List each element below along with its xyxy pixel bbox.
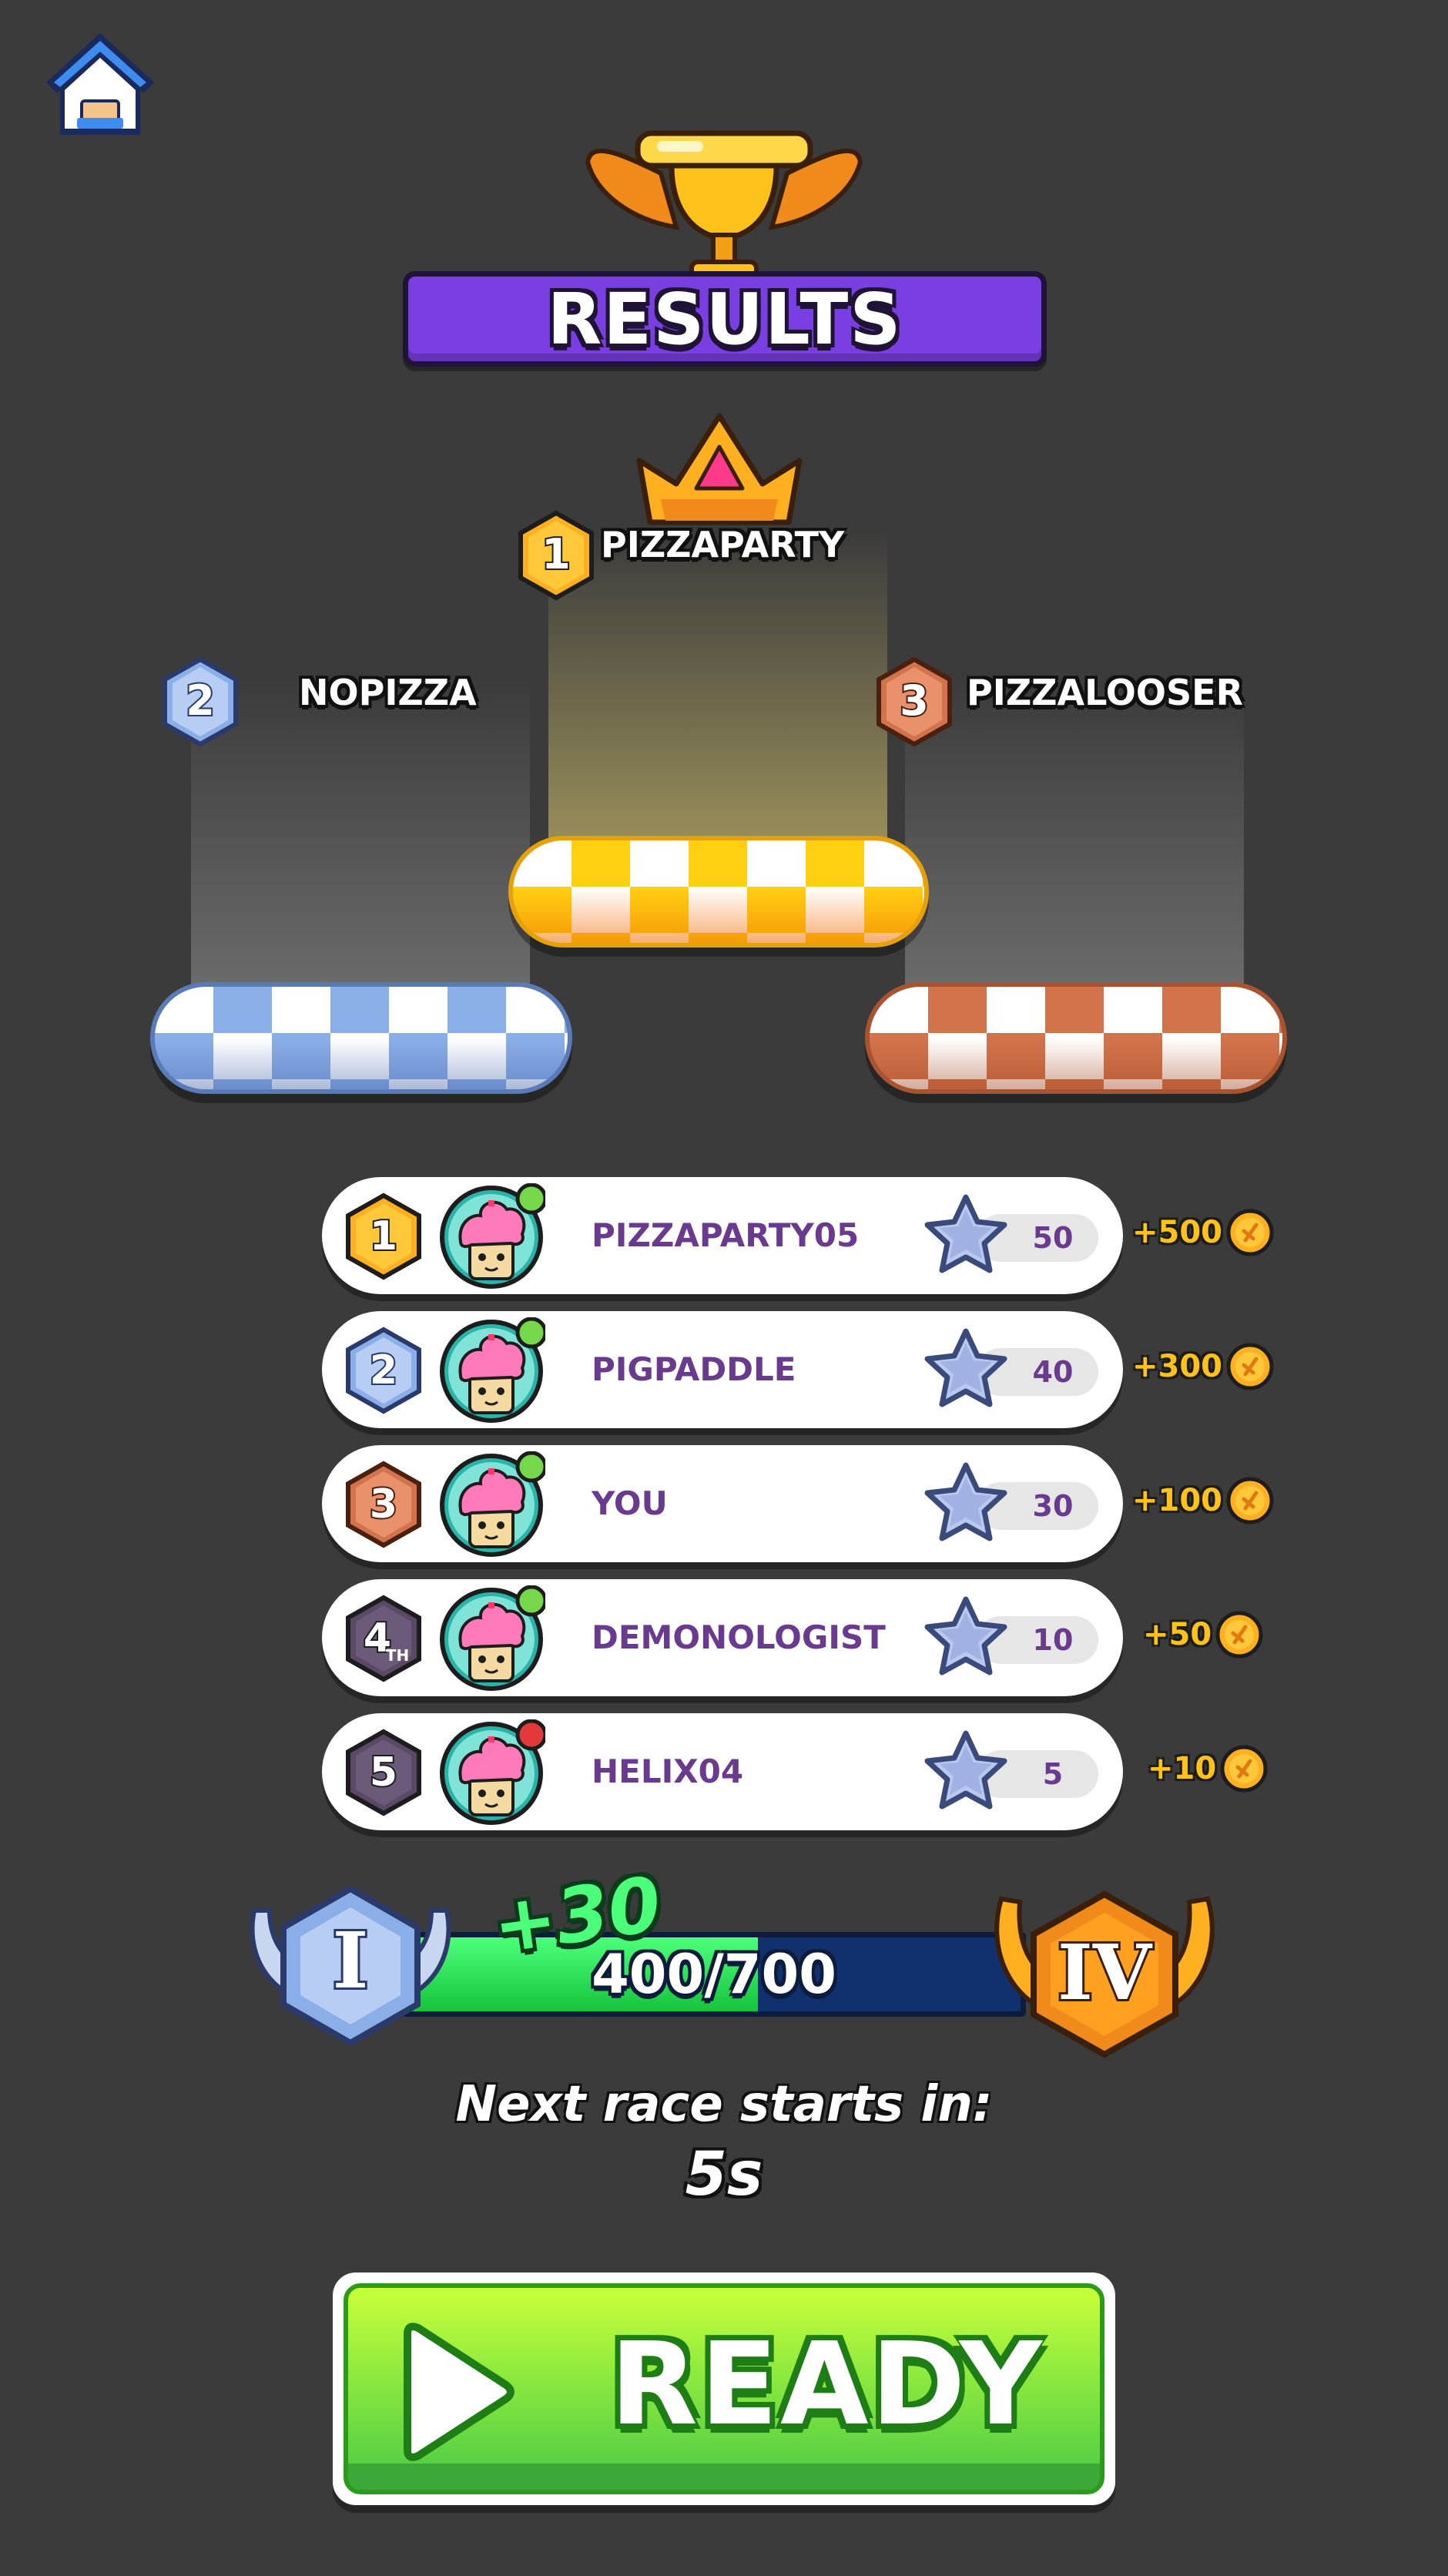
- coin-reward: +500: [1132, 1208, 1275, 1257]
- place-badge-3: 3: [877, 656, 952, 747]
- svg-text:I: I: [333, 1915, 369, 2006]
- svg-text:3: 3: [900, 676, 929, 725]
- podium-light-first: [548, 532, 887, 863]
- coin-reward: +10: [1148, 1744, 1269, 1793]
- ready-button[interactable]: READY: [333, 2272, 1115, 2505]
- svg-text:3: 3: [370, 1481, 397, 1528]
- player-avatar: [440, 1719, 545, 1825]
- svg-text:1: 1: [541, 530, 571, 579]
- coin-icon: [1226, 1343, 1274, 1390]
- star-icon: [924, 1730, 1007, 1810]
- leaderboard-row: 3 YOU 30: [322, 1445, 1123, 1562]
- coin-reward: +50: [1143, 1610, 1264, 1659]
- svg-text:1: 1: [370, 1213, 397, 1259]
- coin-icon: [1226, 1477, 1274, 1524]
- rank-badge: 1: [346, 1192, 421, 1280]
- countdown-timer: 5s: [685, 2140, 763, 2209]
- svg-text:TH: TH: [386, 1646, 409, 1665]
- ready-button-face: READY: [344, 2283, 1104, 2494]
- player-name: PIZZAPARTY05: [592, 1216, 860, 1254]
- coin-reward: +100: [1132, 1476, 1275, 1525]
- podium-light-third: [905, 678, 1244, 1001]
- rank-badge: 3: [346, 1461, 421, 1548]
- player-name: DEMONOLOGIST: [592, 1618, 886, 1656]
- star-icon: [924, 1462, 1007, 1541]
- coin-icon: [1215, 1611, 1263, 1659]
- leaderboard-row: 5 HELIX04 5: [322, 1713, 1123, 1830]
- svg-text:2: 2: [186, 676, 215, 725]
- podium-platform-first: [508, 836, 929, 948]
- next-race-label: Next race starts in:: [455, 2076, 993, 2133]
- reward-amount: +500: [1132, 1215, 1223, 1250]
- leaderboard-row: 1 PIZZAPARTY05 50: [322, 1177, 1123, 1294]
- results-banner: RESULTS: [403, 271, 1047, 367]
- reward-amount: +300: [1132, 1349, 1223, 1384]
- player-name: PIGPADDLE: [592, 1350, 796, 1388]
- leaderboard-row: 4 TH DEMONOLOGIST 10: [322, 1579, 1123, 1696]
- results-title: RESULTS: [547, 277, 903, 361]
- podium-second-name: NOPIZZA: [299, 672, 477, 713]
- ready-label: READY: [610, 2318, 1044, 2450]
- coin-icon: [1220, 1745, 1268, 1793]
- player-name: YOU: [592, 1484, 668, 1522]
- player-avatar: [440, 1183, 545, 1289]
- play-icon: [404, 2323, 515, 2461]
- coin-icon: [1226, 1209, 1274, 1256]
- rank-next-badge: IV: [994, 1890, 1215, 2058]
- crown-icon: [636, 413, 803, 525]
- place-badge-1: 1: [518, 510, 594, 601]
- leaderboard-row: 2 PIGPADDLE 40: [322, 1311, 1123, 1428]
- podium-platform-second: [150, 982, 572, 1094]
- reward-amount: +50: [1143, 1617, 1212, 1652]
- trophy-icon: [585, 130, 863, 284]
- podium-first-name: PIZZAPARTY: [601, 524, 845, 565]
- podium-third-name: PIZZALOOSER: [967, 672, 1243, 713]
- player-avatar: [440, 1317, 545, 1423]
- svg-text:IV: IV: [1058, 1929, 1153, 2018]
- coin-reward: +300: [1132, 1342, 1275, 1391]
- place-badge-2: 2: [163, 656, 238, 747]
- star-icon: [924, 1194, 1007, 1273]
- svg-text:2: 2: [370, 1347, 397, 1394]
- home-button[interactable]: [39, 27, 162, 143]
- reward-amount: +10: [1148, 1751, 1217, 1786]
- home-icon: [46, 33, 154, 135]
- podium-light-second: [191, 678, 530, 1001]
- star-icon: [924, 1328, 1007, 1407]
- podium-platform-third: [865, 982, 1287, 1094]
- rank-badge: 5: [346, 1729, 421, 1816]
- rank-badge: 2: [346, 1327, 421, 1414]
- rank-current-badge: I: [250, 1885, 451, 2047]
- player-avatar: [440, 1585, 545, 1691]
- rank-badge: 4 TH: [346, 1595, 421, 1682]
- player-avatar: [440, 1451, 545, 1557]
- reward-amount: +100: [1132, 1483, 1223, 1518]
- star-icon: [924, 1596, 1007, 1675]
- player-name: HELIX04: [592, 1753, 744, 1790]
- svg-text:5: 5: [370, 1749, 397, 1796]
